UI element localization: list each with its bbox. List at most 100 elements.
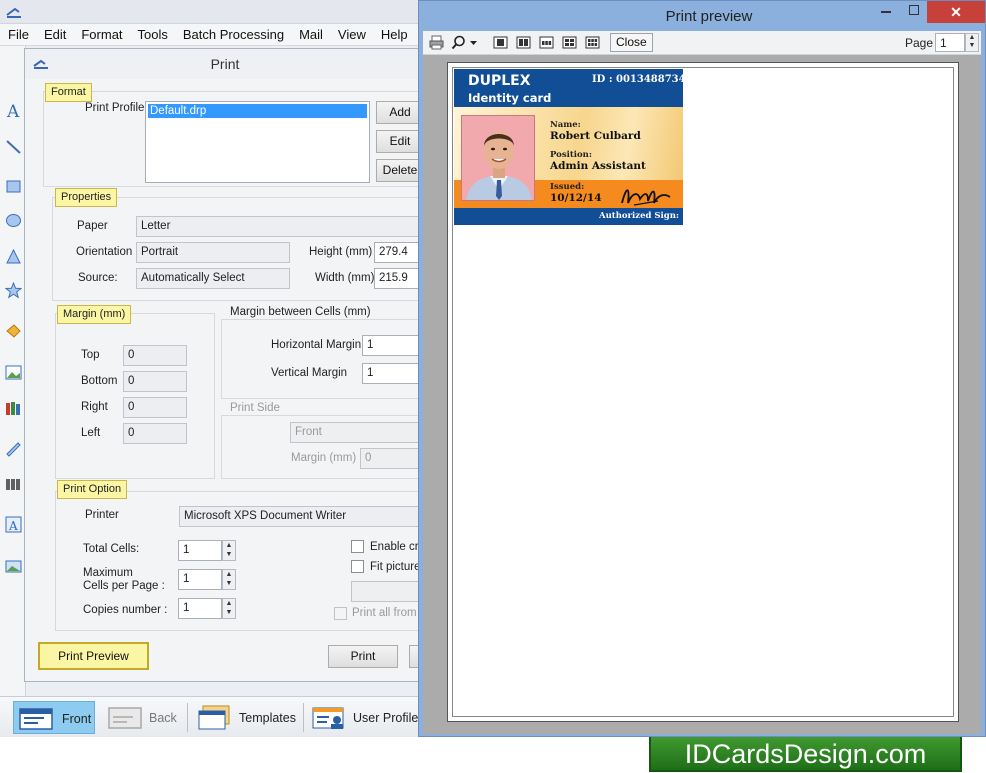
star-tool-icon[interactable] bbox=[5, 282, 22, 299]
page-label: Page bbox=[905, 36, 934, 50]
card-id-number: ID : 0013488734 bbox=[592, 74, 683, 85]
vertical-margin-input[interactable]: 1 bbox=[362, 363, 419, 384]
window-close-button[interactable]: ✕ bbox=[927, 1, 985, 23]
copies-stepper[interactable]: ▲ ▼ bbox=[222, 598, 236, 619]
print-preview-button[interactable]: Print Preview bbox=[38, 642, 149, 670]
edit-profile-button[interactable]: Edit bbox=[376, 130, 419, 153]
barcode-tool-icon[interactable] bbox=[5, 476, 22, 493]
margin-group bbox=[55, 313, 215, 479]
two-pages-icon[interactable] bbox=[516, 35, 531, 50]
back-tab[interactable]: Back bbox=[103, 701, 183, 734]
margin-top-input[interactable]: 0 bbox=[123, 345, 187, 366]
user-profiles-tab-label: User Profiles bbox=[353, 711, 420, 725]
format-legend: Format bbox=[45, 83, 92, 102]
total-cells-input[interactable]: 1 bbox=[178, 540, 222, 561]
front-tab-label: Front bbox=[62, 712, 92, 726]
signature-icon bbox=[621, 189, 671, 206]
max-cells-stepper[interactable]: ▲ ▼ bbox=[222, 569, 236, 590]
max-cells-input[interactable]: 1 bbox=[178, 569, 222, 590]
source-field[interactable]: Automatically Select bbox=[136, 268, 290, 289]
print-side-margin-input[interactable]: 0 bbox=[360, 448, 419, 469]
print-all-checkbox[interactable] bbox=[334, 607, 347, 620]
image-tool-icon[interactable] bbox=[5, 364, 22, 381]
minimize-icon[interactable] bbox=[881, 11, 891, 13]
horizontal-margin-input[interactable]: 1 bbox=[362, 335, 419, 356]
orientation-field[interactable]: Portrait bbox=[136, 242, 290, 263]
main-window: File Edit Format Tools Batch Processing Mail V… bbox=[0, 0, 420, 737]
delete-profile-button[interactable]: Delete bbox=[376, 159, 419, 182]
copies-input[interactable]: 1 bbox=[178, 598, 222, 619]
copies-label: Copies number : bbox=[83, 604, 168, 616]
menu-bar: File Edit Format Tools Batch Processing Mail V… bbox=[0, 24, 419, 46]
menu-format[interactable]: Format bbox=[73, 24, 129, 43]
margin-left-input[interactable]: 0 bbox=[123, 423, 187, 444]
fit-picture-option-field[interactable] bbox=[351, 581, 419, 602]
library-tool-icon[interactable] bbox=[5, 400, 22, 417]
close-preview-button[interactable]: Close bbox=[610, 33, 653, 52]
add-profile-button[interactable]: Add bbox=[376, 101, 419, 124]
total-cells-stepper[interactable]: ▲ ▼ bbox=[222, 540, 236, 561]
menu-help[interactable]: Help bbox=[373, 24, 415, 43]
templates-tab-label: Templates bbox=[239, 711, 296, 725]
print-side-title: Print Side bbox=[227, 402, 283, 414]
one-page-icon[interactable] bbox=[493, 35, 508, 50]
user-profiles-tab[interactable]: User Profiles bbox=[307, 701, 420, 734]
triangle-tool-icon[interactable] bbox=[5, 248, 22, 265]
card-position-label: Position: bbox=[550, 150, 592, 160]
printer-label: Printer bbox=[85, 509, 119, 521]
print-side-select[interactable]: Front bbox=[290, 422, 419, 443]
print-dialog-title: Print bbox=[210, 56, 240, 72]
id-card: DUPLEX Identity card ID : 0013488734 Nam… bbox=[454, 69, 683, 225]
height-input[interactable]: 279.4 bbox=[374, 242, 419, 263]
back-tab-label: Back bbox=[149, 711, 177, 725]
card-side-bar: Front Back Templates User Profiles bbox=[0, 696, 420, 737]
menu-tools[interactable]: Tools bbox=[130, 24, 175, 43]
page-stepper[interactable]: ▲ ▼ bbox=[965, 33, 979, 52]
templates-tab[interactable]: Templates bbox=[193, 701, 299, 734]
width-input[interactable]: 215.9 bbox=[374, 268, 419, 289]
zoom-icon[interactable] bbox=[451, 35, 466, 50]
zoom-dropdown-icon[interactable] bbox=[469, 35, 478, 50]
printer-select[interactable]: Microsoft XPS Document Writer bbox=[179, 506, 419, 527]
margin-legend: Margin (mm) bbox=[57, 305, 132, 324]
menu-view[interactable]: View bbox=[330, 24, 373, 43]
watermark-tool-icon[interactable]: A bbox=[5, 516, 22, 533]
maximize-icon[interactable] bbox=[909, 5, 919, 15]
print-profile-list[interactable]: Default.drp bbox=[145, 101, 370, 183]
text-tool-icon[interactable]: A bbox=[5, 102, 22, 119]
margin-bottom-input[interactable]: 0 bbox=[123, 371, 187, 392]
enable-crop-checkbox[interactable] bbox=[351, 540, 364, 553]
menu-mail[interactable]: Mail bbox=[291, 24, 330, 43]
menu-batch-processing[interactable]: Batch Processing bbox=[175, 24, 291, 43]
height-label: Height (mm) bbox=[309, 246, 373, 258]
four-pages-icon[interactable] bbox=[562, 35, 577, 50]
card-brand: DUPLEX bbox=[468, 73, 531, 89]
person-portrait-icon bbox=[466, 131, 532, 200]
app-titlebar bbox=[0, 0, 419, 24]
front-tab[interactable]: Front bbox=[13, 701, 95, 734]
menu-edit[interactable]: Edit bbox=[36, 24, 73, 43]
menu-file[interactable]: File bbox=[0, 24, 36, 43]
card-photo bbox=[461, 115, 535, 201]
picture-tool-icon[interactable] bbox=[5, 558, 22, 575]
print-preview-titlebar: Print preview ✕ bbox=[419, 1, 985, 31]
three-pages-icon[interactable] bbox=[539, 35, 554, 50]
card-authorized-sign: Authorized Sign: bbox=[599, 211, 680, 221]
preview-page: DUPLEX Identity card ID : 0013488734 Nam… bbox=[447, 62, 959, 722]
print-button[interactable]: Print bbox=[328, 645, 398, 668]
print-profile-item[interactable]: Default.drp bbox=[148, 104, 367, 118]
margin-top-label: Top bbox=[81, 349, 100, 361]
ellipse-tool-icon[interactable] bbox=[5, 212, 22, 229]
card-issued-label: Issued: bbox=[550, 182, 585, 192]
rectangle-tool-icon[interactable] bbox=[5, 178, 22, 195]
page-number-input[interactable]: 1 bbox=[935, 33, 965, 52]
margin-right-input[interactable]: 0 bbox=[123, 397, 187, 418]
print-icon[interactable] bbox=[429, 35, 444, 50]
shapes-tool-icon[interactable] bbox=[5, 322, 22, 339]
line-tool-icon[interactable] bbox=[5, 138, 22, 155]
fit-picture-checkbox[interactable] bbox=[351, 560, 364, 573]
paper-field[interactable]: Letter bbox=[136, 216, 419, 237]
card-name-label: Name: bbox=[550, 120, 581, 130]
signature-tool-icon[interactable] bbox=[5, 440, 22, 457]
six-pages-icon[interactable] bbox=[585, 35, 600, 50]
